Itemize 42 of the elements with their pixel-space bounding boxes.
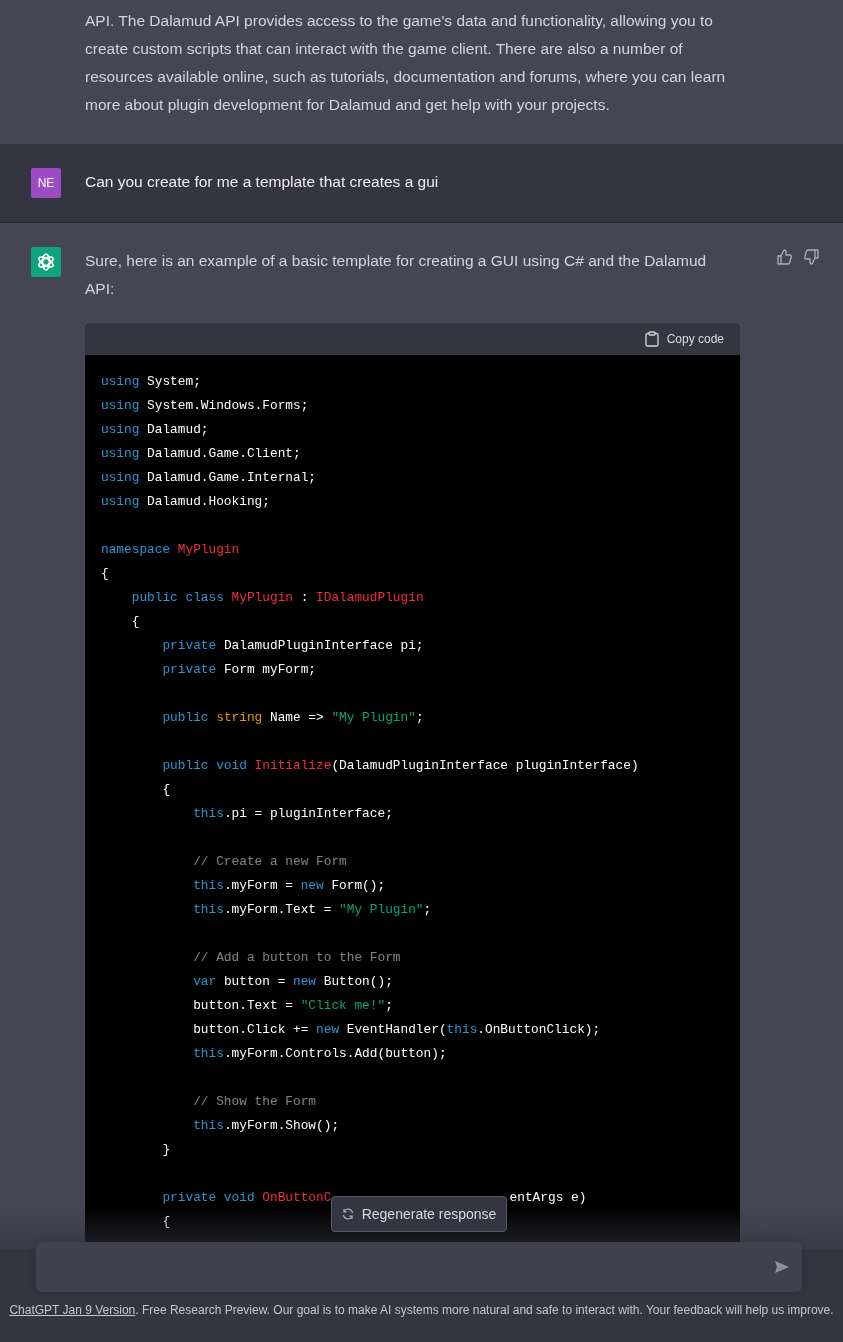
code-line: button.Text = "Click me!"; — [192, 997, 393, 1015]
code-line: using Dalamud.Hooking; — [101, 493, 270, 511]
assistant-message: Sure, here is an example of a basic template for creating a GUI using C# and the Dalamud API: — [85, 251, 708, 299]
regenerate-button[interactable]: Regenerate response — [331, 1196, 507, 1232]
code-line: using Dalamud.Game.Internal; — [101, 469, 317, 487]
code-line: this.myForm = new Form(); — [192, 877, 386, 895]
clipboard-icon — [644, 331, 659, 347]
code-line: this.myForm.Show(); — [192, 1117, 340, 1135]
code-line: using Dalamud; — [101, 421, 209, 439]
code-line: private Form myForm; — [161, 661, 317, 679]
code-line: using Dalamud.Game.Client; — [101, 445, 301, 463]
user-message: Can you create for me a template that creates a gui — [85, 172, 440, 192]
assistant-message: API. The Dalamud API provides access to the game's data and functionality, allowing you to create custom scripts that can interact with the game client. There are also a number of resources available online, such as tutorials, documentation and forums, where you can learn more about plugin development for Dalamud and get help with your projects. — [85, 11, 727, 115]
code-line: public void Initialize(DalamudPluginInterface pluginInterface) — [161, 757, 639, 775]
code-line: // Show the Form — [192, 1093, 317, 1111]
code-line: } — [161, 1141, 171, 1159]
thumbs-up-icon[interactable] — [776, 249, 792, 265]
code-line: namespace MyPlugin — [101, 541, 240, 559]
send-button[interactable] — [774, 1259, 790, 1275]
code-line: { — [101, 565, 109, 583]
code-line: this.myForm.Controls.Add(button); — [192, 1045, 447, 1063]
code-line: // Add a button to the Form — [192, 949, 401, 967]
footer-text: ChatGPT Jan 9 Version. Free Research Preview. Our goal is to make AI systems more natural and safe to interact with. Your feedback will help us improve. — [9, 1303, 834, 1317]
thumbs-down-icon[interactable] — [804, 249, 820, 265]
code-line: public class MyPlugin : IDalamudPlugin — [130, 589, 424, 607]
code-line: private DalamudPluginInterface pi; — [161, 637, 424, 655]
send-icon — [774, 1259, 790, 1275]
code-line: var button = new Button(); — [192, 973, 393, 991]
code-line: this.myForm.Text = "My Plugin"; — [192, 901, 432, 919]
code-line: using System.Windows.Forms; — [101, 397, 309, 415]
code-line: this.pi = pluginInterface; — [192, 805, 393, 823]
refresh-icon — [341, 1208, 354, 1220]
code-line: { — [161, 1213, 171, 1231]
code-line: { — [161, 781, 171, 799]
code-line: button.Click += new EventHandler(this.OnButtonClick); — [192, 1021, 601, 1039]
code-line: public string Name => "My Plugin"; — [161, 709, 424, 727]
user-avatar: NE — [31, 168, 61, 198]
copy-code-button[interactable]: Copy code — [644, 325, 724, 353]
message-input[interactable] — [36, 1242, 802, 1292]
code-line: { — [130, 613, 140, 631]
code-line: using System; — [101, 373, 201, 391]
code-line: // Create a new Form — [192, 853, 347, 871]
